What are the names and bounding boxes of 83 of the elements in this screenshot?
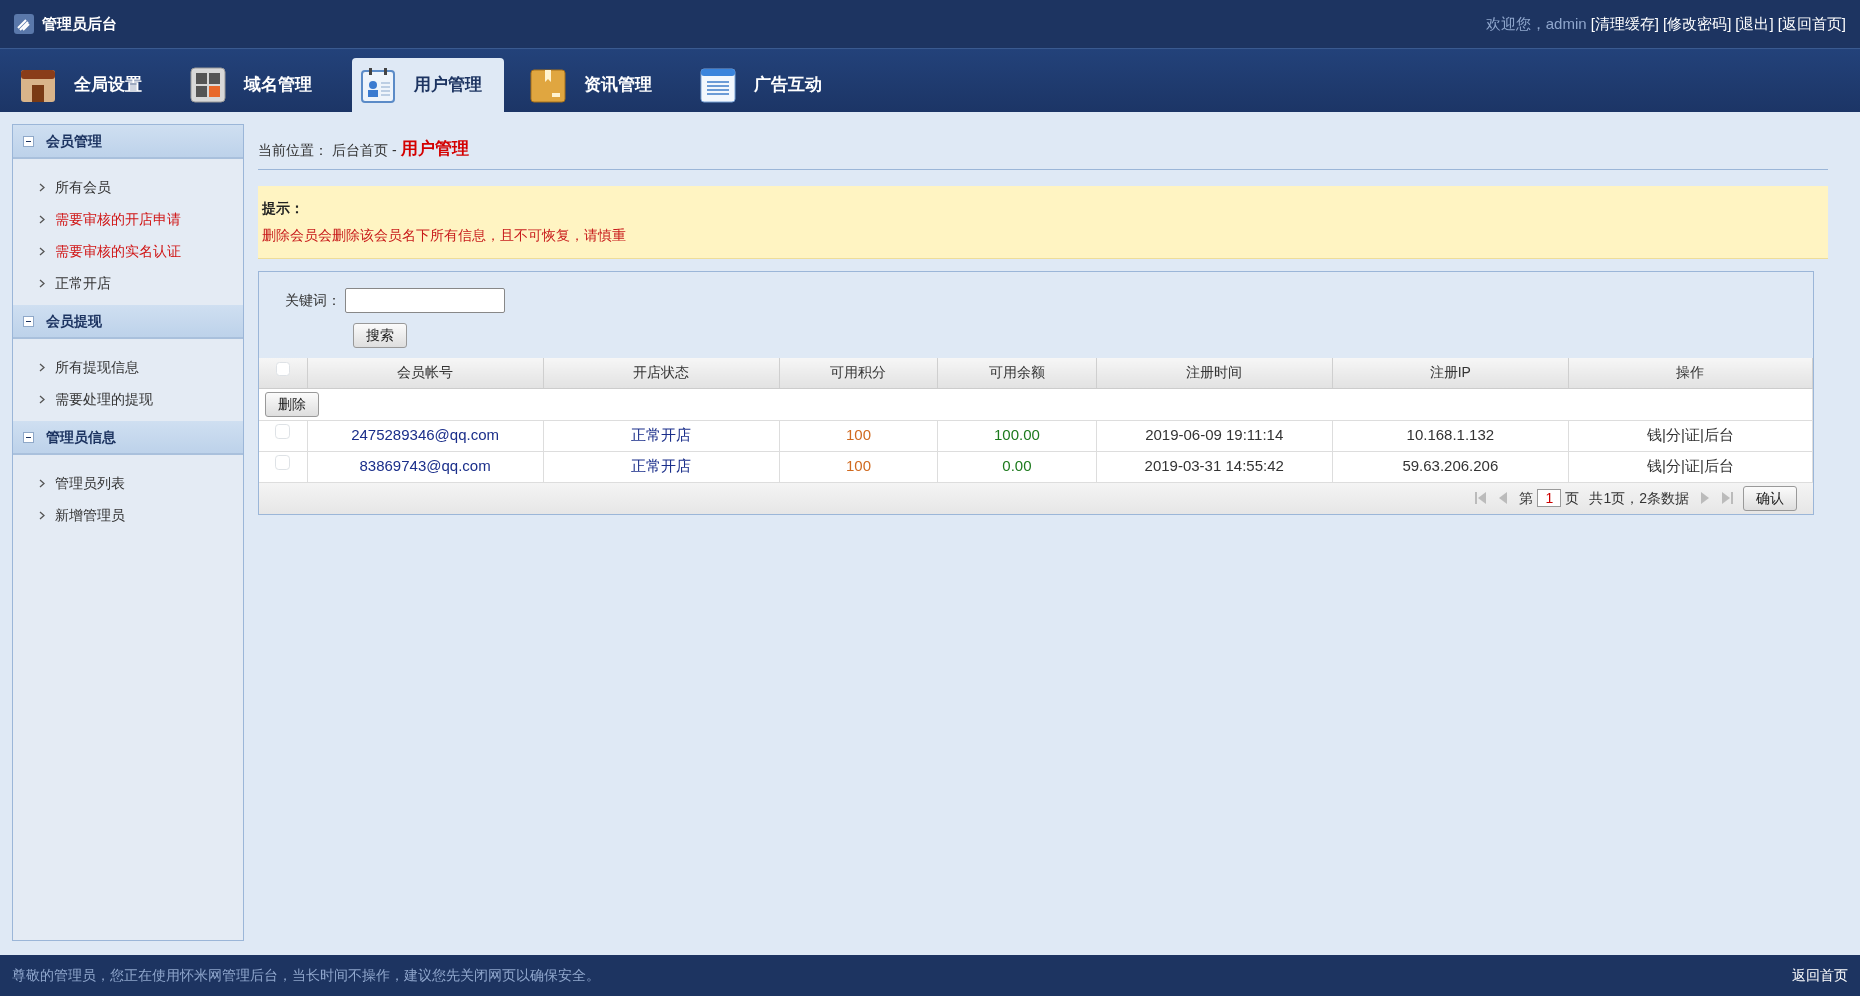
nav-tab[interactable]: 域名管理 — [182, 58, 334, 112]
header-link[interactable]: [清理缓存] — [1590, 12, 1659, 36]
sidebar-link[interactable]: 需要审核的实名认证 — [39, 235, 243, 267]
page-summary: 共1页，2条数据 — [1589, 488, 1689, 508]
page-number-field[interactable]: 1 — [1537, 489, 1562, 507]
sidebar-group-header[interactable]: 会员提现 — [13, 305, 243, 339]
column-header: 可用积分 — [830, 364, 887, 381]
sidebar-link[interactable]: 新增管理员 — [39, 499, 243, 531]
sidebar-link[interactable]: 需要审核的开店申请 — [39, 203, 243, 235]
sidebar-group-header[interactable]: 管理员信息 — [13, 421, 243, 455]
sidebar-link[interactable]: 正常开店 — [39, 267, 243, 299]
column-header: 可用余额 — [988, 364, 1045, 381]
chevron-icon — [39, 182, 45, 192]
page-label: 第 — [1519, 488, 1534, 508]
last-page-icon — [1721, 491, 1733, 505]
footer-link[interactable]: 返回首页 — [1792, 965, 1848, 986]
collapse-icon — [23, 315, 34, 327]
logo-icon — [14, 14, 34, 34]
next-page-icon — [1699, 491, 1711, 505]
grid-icon — [190, 67, 226, 103]
chevron-icon — [39, 278, 45, 288]
row-checkbox[interactable] — [275, 424, 291, 440]
breadcrumb-label: 当前位置： — [258, 141, 328, 160]
sidebar-link[interactable]: 所有会员 — [39, 171, 243, 203]
header-link[interactable]: [返回首页] — [1777, 12, 1846, 36]
sidebar-group-header[interactable]: 会员管理 — [13, 125, 243, 159]
app-title: 管理员后台 — [42, 13, 117, 34]
collapse-icon — [23, 135, 34, 147]
box-icon — [530, 67, 566, 103]
table-cell: 2019-03-31 14:55:42 — [1144, 457, 1284, 475]
footer-text: 尊敬的管理员，您正在使用怀米网管理后台，当长时间不操作，建议您先关闭网页以确保安全。 — [12, 966, 600, 985]
select-all-checkbox[interactable] — [275, 362, 290, 377]
confirm-button[interactable]: 确认 — [1743, 485, 1797, 511]
table-cell: 100.00 — [994, 426, 1040, 444]
chevron-icon — [39, 478, 45, 488]
house-icon — [20, 67, 56, 103]
contact-card-icon — [360, 67, 396, 103]
group-title: 管理员信息 — [46, 427, 116, 447]
header-link[interactable]: [退出] — [1735, 12, 1774, 36]
table-cell: 100 — [845, 426, 871, 444]
nav-tab[interactable]: 全局设置 — [12, 58, 164, 112]
column-header: 操作 — [1676, 364, 1705, 381]
column-header: 注册IP — [1429, 364, 1471, 381]
sidebar-link[interactable]: 所有提现信息 — [39, 351, 243, 383]
chevron-icon — [39, 246, 45, 256]
group-title: 会员管理 — [46, 131, 102, 151]
sidebar-link[interactable]: 管理员列表 — [39, 467, 243, 499]
sidebar-link[interactable]: 需要处理的提现 — [39, 383, 243, 415]
chevron-icon — [39, 394, 45, 404]
nav-tab[interactable]: 广告互动 — [692, 58, 844, 112]
page-label: 页 — [1565, 488, 1580, 508]
notice-title: 提示： — [262, 199, 305, 218]
chevron-icon — [39, 214, 45, 224]
delete-button[interactable]: 删除 — [265, 391, 319, 417]
table-cell: 59.63.206.206 — [1402, 457, 1499, 475]
table-cell: 2019-06-09 19:11:14 — [1145, 426, 1284, 444]
breadcrumb-link[interactable]: 后台首页 — [332, 140, 388, 161]
table-cell: 10.168.1.132 — [1406, 426, 1495, 444]
table-cell: 0.00 — [1002, 457, 1032, 475]
group-title: 会员提现 — [46, 311, 102, 331]
breadcrumb-current: 用户管理 — [400, 137, 469, 160]
breadcrumb-separator: - — [392, 141, 397, 160]
search-label: 关键词： — [285, 291, 341, 310]
chevron-icon — [39, 510, 45, 520]
row-checkbox[interactable] — [275, 455, 291, 471]
first-page-icon — [1475, 491, 1488, 505]
welcome-text: 欢迎您，admin — [1485, 13, 1587, 34]
nav-tab[interactable]: 资讯管理 — [522, 58, 674, 112]
header-link[interactable]: [修改密码] — [1662, 12, 1732, 36]
column-header: 会员帐号 — [397, 364, 454, 381]
column-header: 开店状态 — [633, 364, 690, 381]
table-cell: 正常开店 — [631, 426, 692, 444]
nav-tab[interactable]: 用户管理 — [352, 58, 504, 112]
table-cell: 正常开店 — [631, 457, 692, 475]
chevron-icon — [39, 362, 45, 372]
search-button[interactable]: 搜索 — [353, 323, 407, 348]
collapse-icon — [23, 431, 34, 443]
keyword-field[interactable] — [345, 288, 505, 313]
previous-page-icon — [1497, 491, 1510, 505]
list-window-icon — [700, 67, 736, 103]
notice-text: 删除会员会删除该会员名下所有信息，且不可恢复，请慎重 — [262, 226, 627, 245]
column-header: 注册时间 — [1186, 364, 1243, 381]
table-cell: 100 — [845, 457, 871, 475]
